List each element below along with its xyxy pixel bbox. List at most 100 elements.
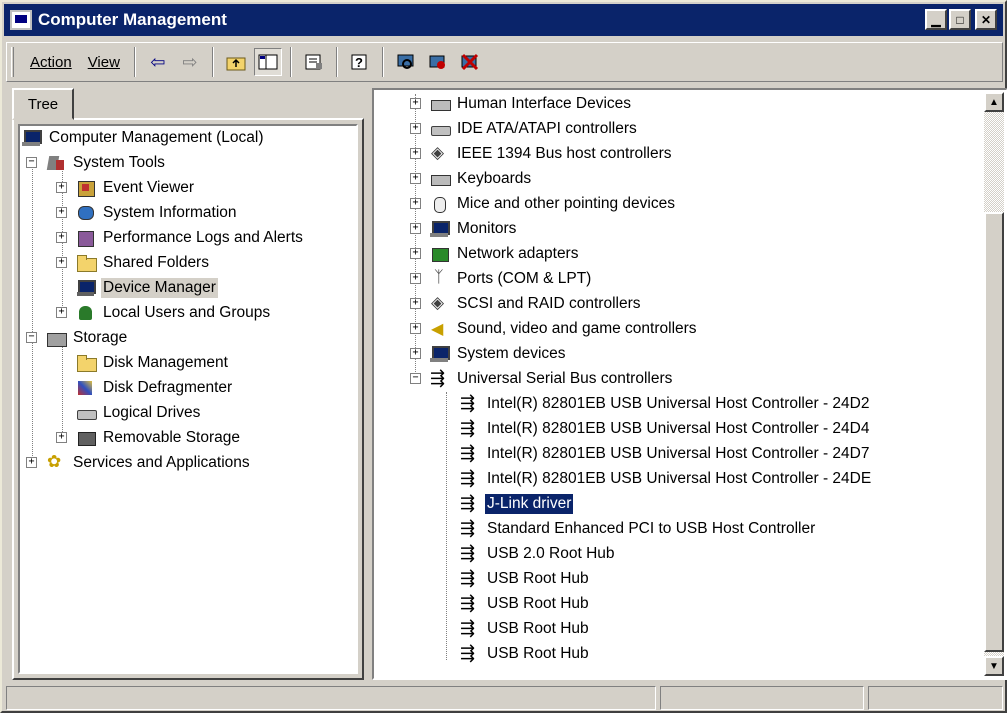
device-item-label: USB 2.0 Root Hub bbox=[487, 545, 615, 562]
scroll-up-button[interactable]: ▲ bbox=[984, 92, 1004, 112]
usb-icon bbox=[460, 443, 480, 464]
show-tree-icon[interactable] bbox=[253, 48, 282, 76]
collapse-toggle[interactable]: − bbox=[26, 332, 37, 343]
device-category[interactable]: + Keyboards bbox=[410, 167, 533, 191]
disable-device-icon[interactable] bbox=[424, 48, 452, 76]
device-category[interactable]: + Monitors bbox=[410, 217, 518, 241]
expand-toggle[interactable]: + bbox=[410, 148, 421, 159]
device-category[interactable]: + Sound, video and game controllers bbox=[410, 317, 699, 341]
collapse-toggle[interactable]: − bbox=[410, 373, 421, 384]
menu-action[interactable]: Action bbox=[22, 50, 80, 75]
expand-toggle[interactable]: + bbox=[56, 232, 67, 243]
device-item[interactable]: USB Root Hub bbox=[460, 592, 591, 616]
tab-tree[interactable]: Tree bbox=[12, 88, 74, 120]
tree-item-root[interactable]: Computer Management (Local) bbox=[22, 126, 266, 150]
device-item[interactable]: Intel(R) 82801EB USB Universal Host Cont… bbox=[460, 392, 872, 416]
device-category[interactable]: + Network adapters bbox=[410, 242, 580, 266]
expand-toggle[interactable]: + bbox=[56, 182, 67, 193]
tree-item-system-tools[interactable]: − System Tools bbox=[26, 151, 167, 175]
expand-toggle[interactable]: + bbox=[56, 257, 67, 268]
tree-item-system-information[interactable]: + System Information bbox=[56, 201, 239, 225]
scan-hardware-icon[interactable] bbox=[392, 48, 420, 76]
device-item[interactable]: USB Root Hub bbox=[460, 567, 591, 591]
device-item[interactable]: Intel(R) 82801EB USB Universal Host Cont… bbox=[460, 467, 873, 491]
vertical-scrollbar[interactable]: ▲ ▼ bbox=[984, 92, 1004, 676]
tree-item-services-apps[interactable]: + Services and Applications bbox=[26, 451, 252, 475]
expand-toggle[interactable]: + bbox=[410, 173, 421, 184]
sound-icon bbox=[430, 319, 450, 339]
tree-item-shared-folders[interactable]: + Shared Folders bbox=[56, 251, 211, 275]
device-item-label: J-Link driver bbox=[483, 493, 575, 515]
tree-item-event-viewer[interactable]: + Event Viewer bbox=[56, 176, 196, 200]
tree-item-disk-management[interactable]: Disk Management bbox=[76, 351, 230, 375]
device-category[interactable]: + Human Interface Devices bbox=[410, 92, 633, 116]
help-icon[interactable]: ? bbox=[346, 48, 374, 76]
device-item-jlink[interactable]: J-Link driver bbox=[460, 492, 575, 516]
maximize-button[interactable]: □ bbox=[949, 9, 971, 30]
expand-toggle[interactable]: + bbox=[56, 432, 67, 443]
expand-toggle[interactable]: + bbox=[410, 348, 421, 359]
device-item[interactable]: Intel(R) 82801EB USB Universal Host Cont… bbox=[460, 417, 872, 441]
expand-toggle[interactable]: + bbox=[410, 98, 421, 109]
tree-item-label: Shared Folders bbox=[103, 254, 209, 271]
device-tree-pane[interactable]: + Human Interface Devices + IDE ATA/ATAP… bbox=[372, 88, 1007, 680]
tree-item-device-manager[interactable]: Device Manager bbox=[76, 276, 218, 300]
device-category[interactable]: + Ports (COM & LPT) bbox=[410, 267, 593, 291]
device-item[interactable]: Intel(R) 82801EB USB Universal Host Cont… bbox=[460, 442, 872, 466]
services-applications-icon bbox=[46, 452, 66, 472]
uninstall-device-icon[interactable] bbox=[456, 48, 484, 76]
device-category[interactable]: + IEEE 1394 Bus host controllers bbox=[410, 142, 674, 166]
expand-toggle[interactable]: + bbox=[410, 298, 421, 309]
device-category-label: Network adapters bbox=[457, 245, 579, 262]
device-item-label: Intel(R) 82801EB USB Universal Host Cont… bbox=[487, 470, 872, 487]
device-item[interactable]: USB Root Hub bbox=[460, 617, 591, 641]
expand-toggle[interactable]: + bbox=[26, 457, 37, 468]
device-category-label: Keyboards bbox=[457, 170, 532, 187]
forward-arrow-icon[interactable]: ⇨ bbox=[176, 48, 204, 76]
collapse-toggle[interactable]: − bbox=[26, 157, 37, 168]
tree-item-performance-logs[interactable]: + Performance Logs and Alerts bbox=[56, 226, 305, 250]
device-category-label: Ports (COM & LPT) bbox=[457, 270, 592, 287]
tree-view[interactable]: Computer Management (Local) − System Too… bbox=[18, 124, 358, 674]
scroll-thumb[interactable] bbox=[984, 212, 1004, 652]
system-tools-icon bbox=[46, 154, 66, 172]
minimize-button[interactable]: ▁ bbox=[925, 9, 947, 30]
status-cell-secondary bbox=[660, 686, 864, 710]
up-folder-icon[interactable] bbox=[222, 48, 250, 76]
device-item[interactable]: USB 2.0 Root Hub bbox=[460, 542, 617, 566]
menu-view[interactable]: View bbox=[80, 50, 128, 75]
tree-item-label: Services and Applications bbox=[73, 454, 250, 471]
device-item-label: USB Root Hub bbox=[487, 595, 589, 612]
tree-item-removable-storage[interactable]: + Removable Storage bbox=[56, 426, 242, 450]
device-item[interactable]: USB Root Hub bbox=[460, 642, 591, 666]
device-category[interactable]: + SCSI and RAID controllers bbox=[410, 292, 643, 316]
close-button[interactable]: ✕ bbox=[975, 9, 997, 30]
expand-toggle[interactable]: + bbox=[56, 307, 67, 318]
device-category[interactable]: + Mice and other pointing devices bbox=[410, 192, 677, 216]
expand-toggle[interactable]: + bbox=[410, 248, 421, 259]
expand-toggle[interactable]: + bbox=[410, 123, 421, 134]
window-controls: ▁ □ ✕ bbox=[925, 9, 997, 30]
back-arrow-icon[interactable]: ⇦ bbox=[144, 48, 172, 76]
expand-toggle[interactable]: + bbox=[410, 323, 421, 334]
properties-icon[interactable] bbox=[300, 48, 328, 76]
tree-item-label: Device Manager bbox=[101, 278, 218, 298]
expand-toggle[interactable]: + bbox=[410, 223, 421, 234]
tree-item-local-users[interactable]: + Local Users and Groups bbox=[56, 301, 272, 325]
tree-connector bbox=[62, 336, 63, 434]
device-category[interactable]: + IDE ATA/ATAPI controllers bbox=[410, 117, 639, 141]
title-bar[interactable]: Computer Management ▁ □ ✕ bbox=[4, 4, 1003, 36]
expand-toggle[interactable]: + bbox=[56, 207, 67, 218]
tree-pane: Tree Computer Management (Local) − Syste… bbox=[12, 88, 364, 680]
device-category-usb[interactable]: − Universal Serial Bus controllers bbox=[410, 367, 674, 391]
toolbar-grip[interactable] bbox=[11, 47, 14, 77]
tree-item-storage[interactable]: − Storage bbox=[26, 326, 129, 350]
device-item[interactable]: Standard Enhanced PCI to USB Host Contro… bbox=[460, 517, 817, 541]
scroll-down-button[interactable]: ▼ bbox=[984, 656, 1004, 676]
tree-item-disk-defragmenter[interactable]: Disk Defragmenter bbox=[76, 376, 234, 400]
tree-item-logical-drives[interactable]: Logical Drives bbox=[76, 401, 202, 425]
device-item-label: Standard Enhanced PCI to USB Host Contro… bbox=[487, 520, 816, 537]
expand-toggle[interactable]: + bbox=[410, 198, 421, 209]
expand-toggle[interactable]: + bbox=[410, 273, 421, 284]
device-category[interactable]: + System devices bbox=[410, 342, 568, 366]
